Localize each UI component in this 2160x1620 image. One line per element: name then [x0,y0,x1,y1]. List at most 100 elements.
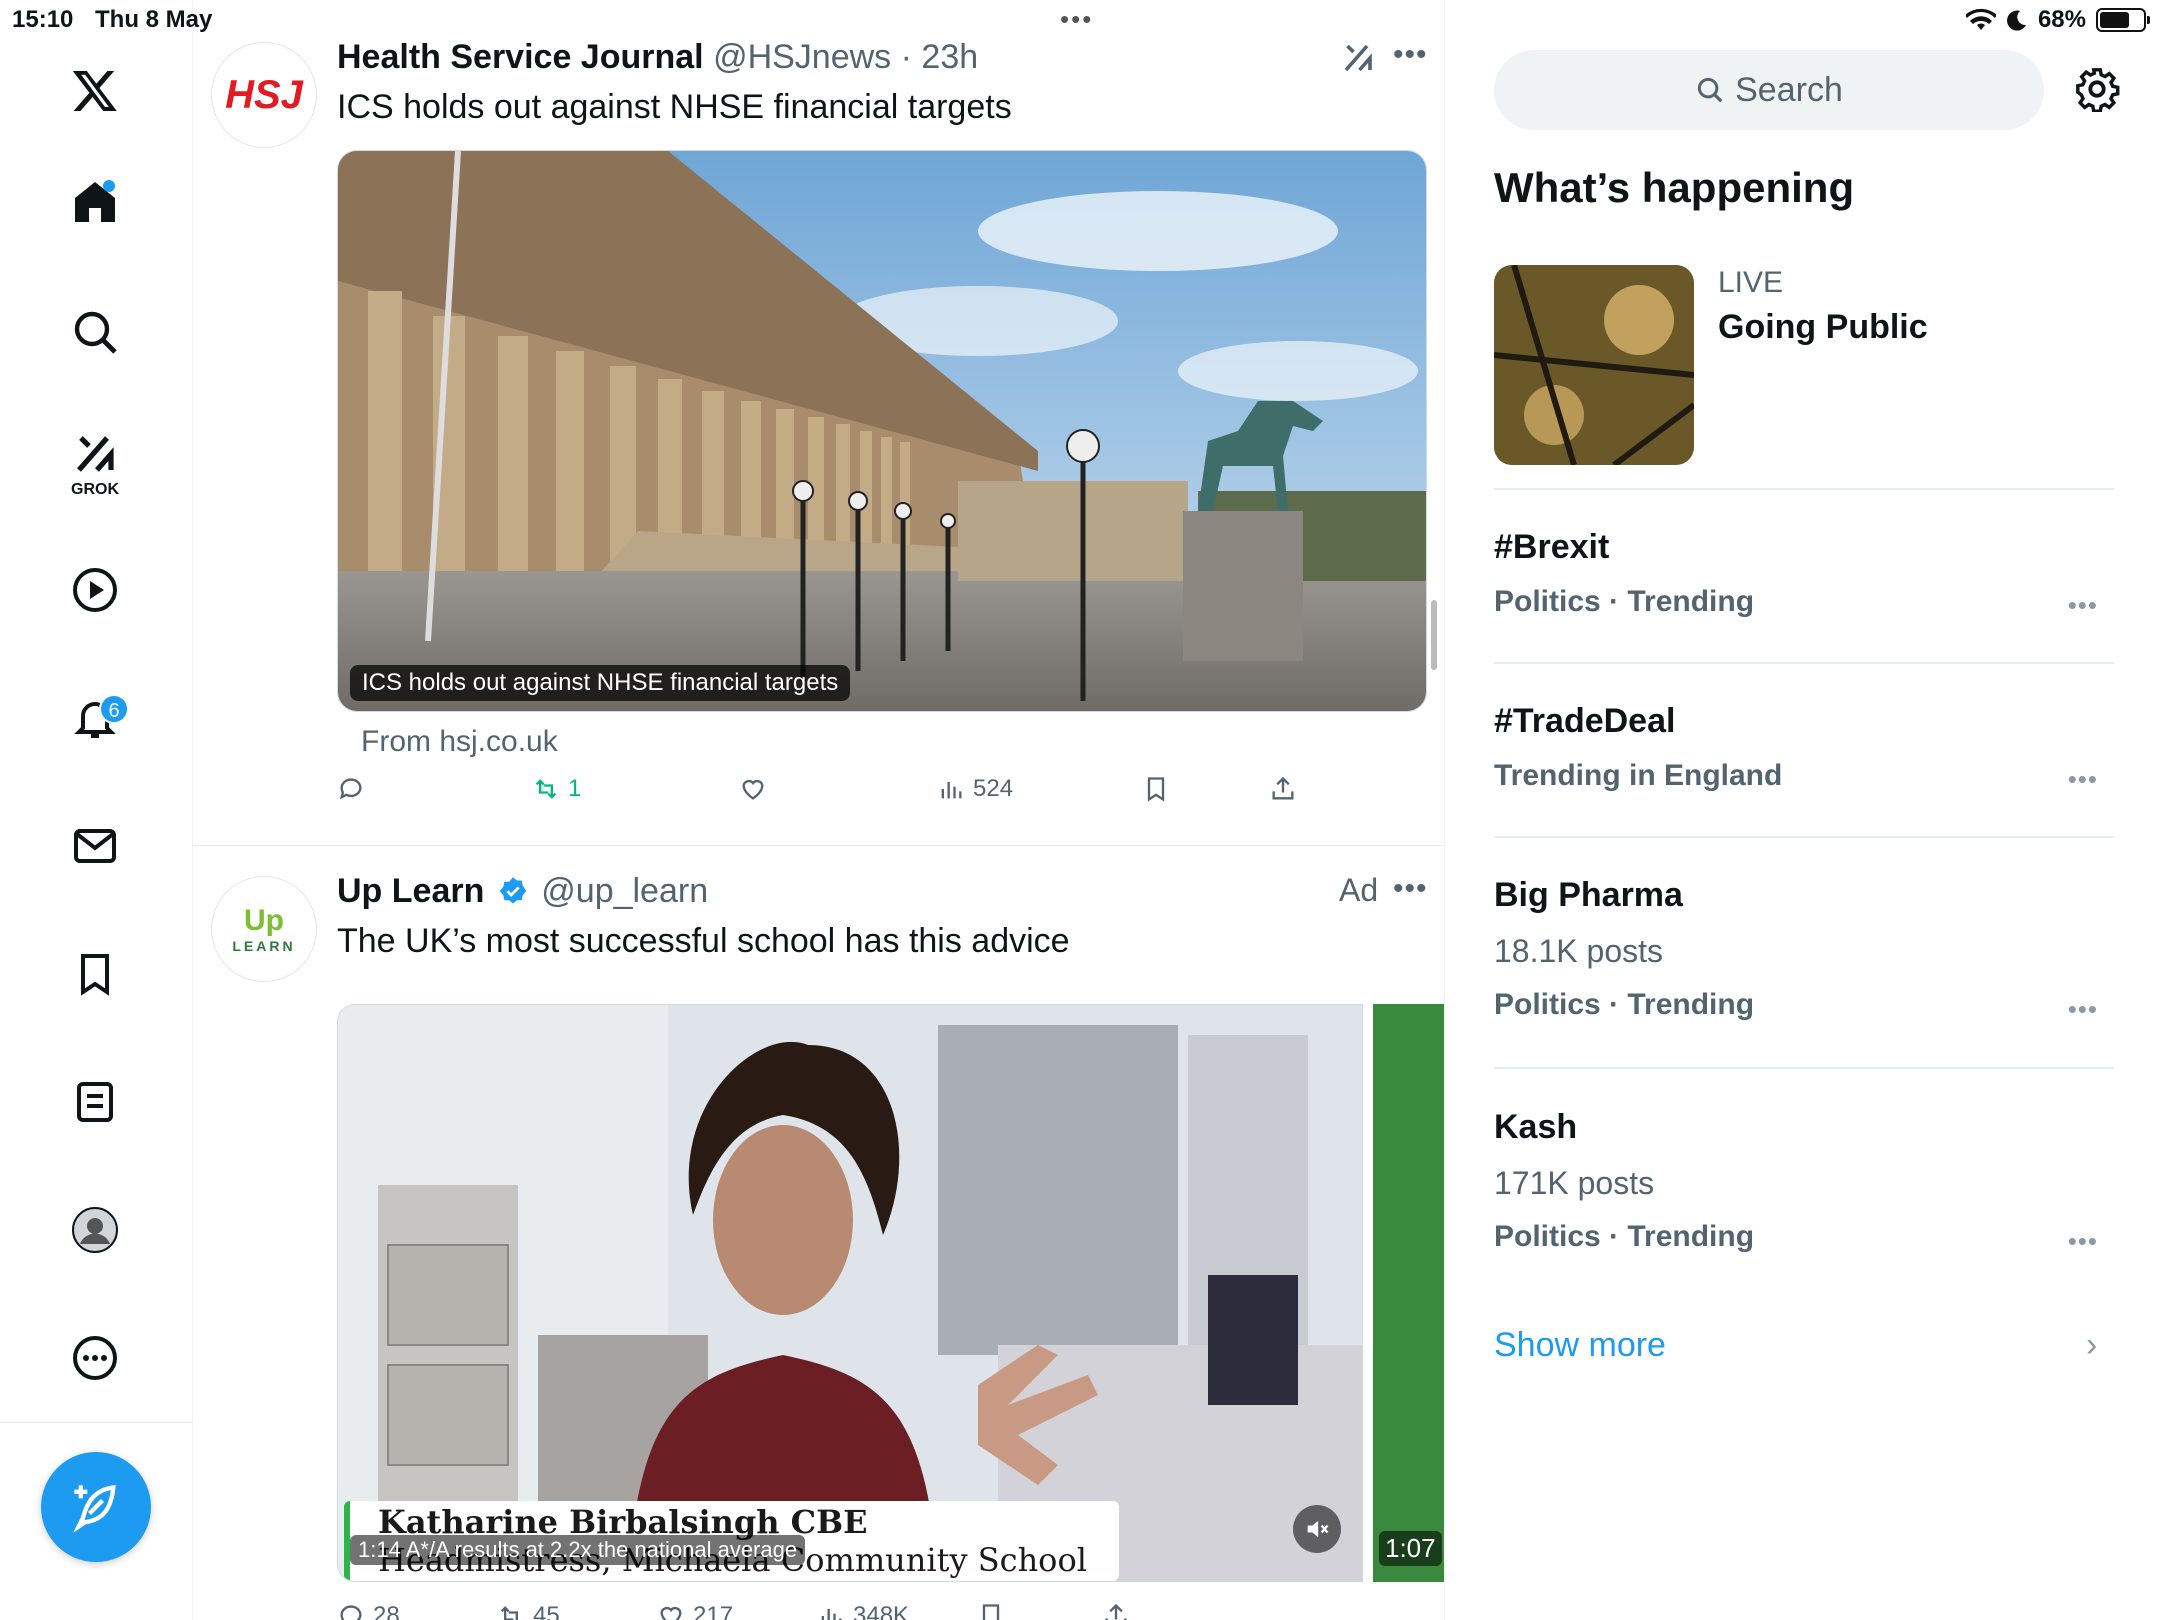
feed-scrollbar[interactable] [1431,600,1437,670]
reply-button[interactable]: 28 [337,1602,400,1620]
search-placeholder: Search [1735,70,1843,109]
lists-icon[interactable] [55,1062,135,1142]
trend-name: #Brexit [1494,528,1610,566]
grok-icon[interactable]: GROK [55,420,135,505]
retweet-button[interactable]: 1 [532,775,581,803]
retweet-icon [535,779,557,799]
tweet-text: ICS holds out against NHSE financial tar… [337,88,1012,126]
link-source[interactable]: From hsj.co.uk [361,725,558,759]
views-button[interactable]: 524 [937,775,1013,803]
reply-icon [339,778,362,800]
chevron-right-icon[interactable]: › [2086,1326,2097,1365]
uplearn-avatar-sub: LEARN [232,938,296,954]
trend-more-icon[interactable]: ••• [2068,764,2098,795]
retweet-icon [500,1606,520,1620]
reply-button[interactable] [337,775,373,803]
share-button[interactable] [1102,1602,1130,1620]
trend-more-icon[interactable]: ••• [2068,590,2098,621]
live-event-thumbnail[interactable] [1494,265,1694,465]
views-count: 524 [973,775,1014,802]
tweet-actions: 1 524 [337,775,1337,815]
video-frame-woman-speaking [338,1005,1362,1581]
trend-meta: Politics · Trending [1494,1220,1755,1253]
search-input[interactable]: Search [1494,50,2044,130]
video-play-icon[interactable] [55,550,135,630]
status-date: Thu 8 May [95,6,213,33]
trend-item[interactable]: #TradeDeal Trending in England ••• [1494,702,2114,795]
like-count: 217 [693,1602,734,1620]
like-button[interactable] [739,775,775,803]
like-button[interactable]: 217 [657,1602,733,1620]
tweet-uplearn-ad[interactable]: Up LEARN Up Learn @up_learn Ad ••• The U… [193,846,1444,1620]
live-label: LIVE [1718,266,1784,299]
link-card-caption: ICS holds out against NHSE financial tar… [350,665,851,701]
tweet-more-icon[interactable]: ••• [1393,38,1428,72]
profile-avatar-icon[interactable] [55,1190,135,1270]
tweet-text: The UK’s most successful school has this… [337,922,1070,960]
tweet-header: Up Learn @up_learn [337,872,708,911]
tweet-link-card-image[interactable]: ICS holds out against NHSE financial tar… [337,150,1427,712]
trend-post-count: 171K posts [1494,1165,1655,1201]
trend-more-icon[interactable]: ••• [2068,994,2098,1025]
trend-more-icon[interactable]: ••• [2068,1226,2098,1257]
heart-icon [742,779,764,800]
more-options-icon[interactable] [55,1318,135,1398]
next-video-preview[interactable]: 1:07 [1373,1004,1444,1582]
author-name[interactable]: Health Service Journal [337,38,704,76]
share-icon [1272,776,1294,800]
multitask-dots-icon[interactable]: ••• [1060,4,1093,35]
author-handle[interactable]: @up_learn [541,872,708,910]
next-video-time: 1:07 [1379,1531,1442,1566]
author-name[interactable]: Up Learn [337,872,484,910]
trend-item[interactable]: Kash 171K posts Politics · Trending ••• [1494,1108,2114,1257]
home-icon[interactable] [55,162,135,242]
trend-meta: Politics · Trending [1494,585,1755,618]
battery-percent: 68% [2037,6,2086,33]
views-chart-icon [941,782,962,799]
uplearn-avatar-text: Up [244,904,284,937]
bookmark-icon [982,1604,1000,1620]
uplearn-avatar[interactable]: Up LEARN [211,876,317,982]
tweet-hsj[interactable]: HSJ Health Service Journal @HSJnews · 23… [193,0,1444,845]
retweet-count: 1 [568,775,582,802]
speaker-muted-icon [1307,1520,1329,1538]
right-sidebar: Search What’s happening LIVE Going Publi… [1446,0,2160,1620]
bookmark-button[interactable] [1142,775,1170,803]
video-timestamp-and-subtitle: 1:14 A*/A results at 2.2x the national a… [350,1535,806,1565]
wifi-icon [1965,8,1996,30]
grok-explain-icon[interactable] [1340,40,1376,76]
bookmarks-icon[interactable] [55,934,135,1014]
tweet-header: Health Service Journal @HSJnews · 23h [337,38,978,77]
author-handle[interactable]: @HSJnews [713,38,891,76]
trend-item[interactable]: Big Pharma 18.1K posts Politics · Trendi… [1494,876,2114,1025]
retweet-button[interactable]: 45 [497,1602,560,1620]
tweet-actions: 28 45 217 348K [337,1602,1337,1620]
trend-name: #TradeDeal [1494,702,1676,740]
share-button[interactable] [1269,775,1297,803]
notifications-bell-icon[interactable]: 6 [55,678,135,758]
show-more-link[interactable]: Show more [1494,1326,1666,1365]
hsj-avatar-text: HSJ [225,72,303,117]
hsj-avatar[interactable]: HSJ [211,42,317,148]
status-bar: 15:10 Thu 8 May ••• 68% [0,0,2160,40]
messages-envelope-icon[interactable] [55,806,135,886]
bookmark-button[interactable] [977,1602,1005,1620]
retweet-count: 45 [533,1602,560,1620]
reply-count: 28 [373,1602,400,1620]
x-logo-icon[interactable] [55,50,135,130]
video-time: 1:14 [358,1537,401,1562]
trend-name: Kash [1494,1108,1578,1146]
trend-separator [1494,488,2114,490]
compose-post-button[interactable] [41,1452,151,1562]
explore-search-icon[interactable] [55,292,135,372]
share-icon [1105,1603,1127,1620]
trend-item[interactable]: #Brexit Politics · Trending ••• [1494,528,2114,621]
views-button[interactable]: 348K [817,1602,909,1620]
mute-button[interactable] [1293,1505,1341,1553]
tweet-video[interactable]: Katharine Birbalsingh CBE Headmistress, … [337,1004,1363,1582]
live-title[interactable]: Going Public [1718,308,1928,347]
settings-gear-icon[interactable] [2074,66,2120,112]
reply-icon [340,1605,362,1620]
trend-separator [1494,836,2114,838]
tweet-more-icon[interactable]: ••• [1393,872,1428,906]
